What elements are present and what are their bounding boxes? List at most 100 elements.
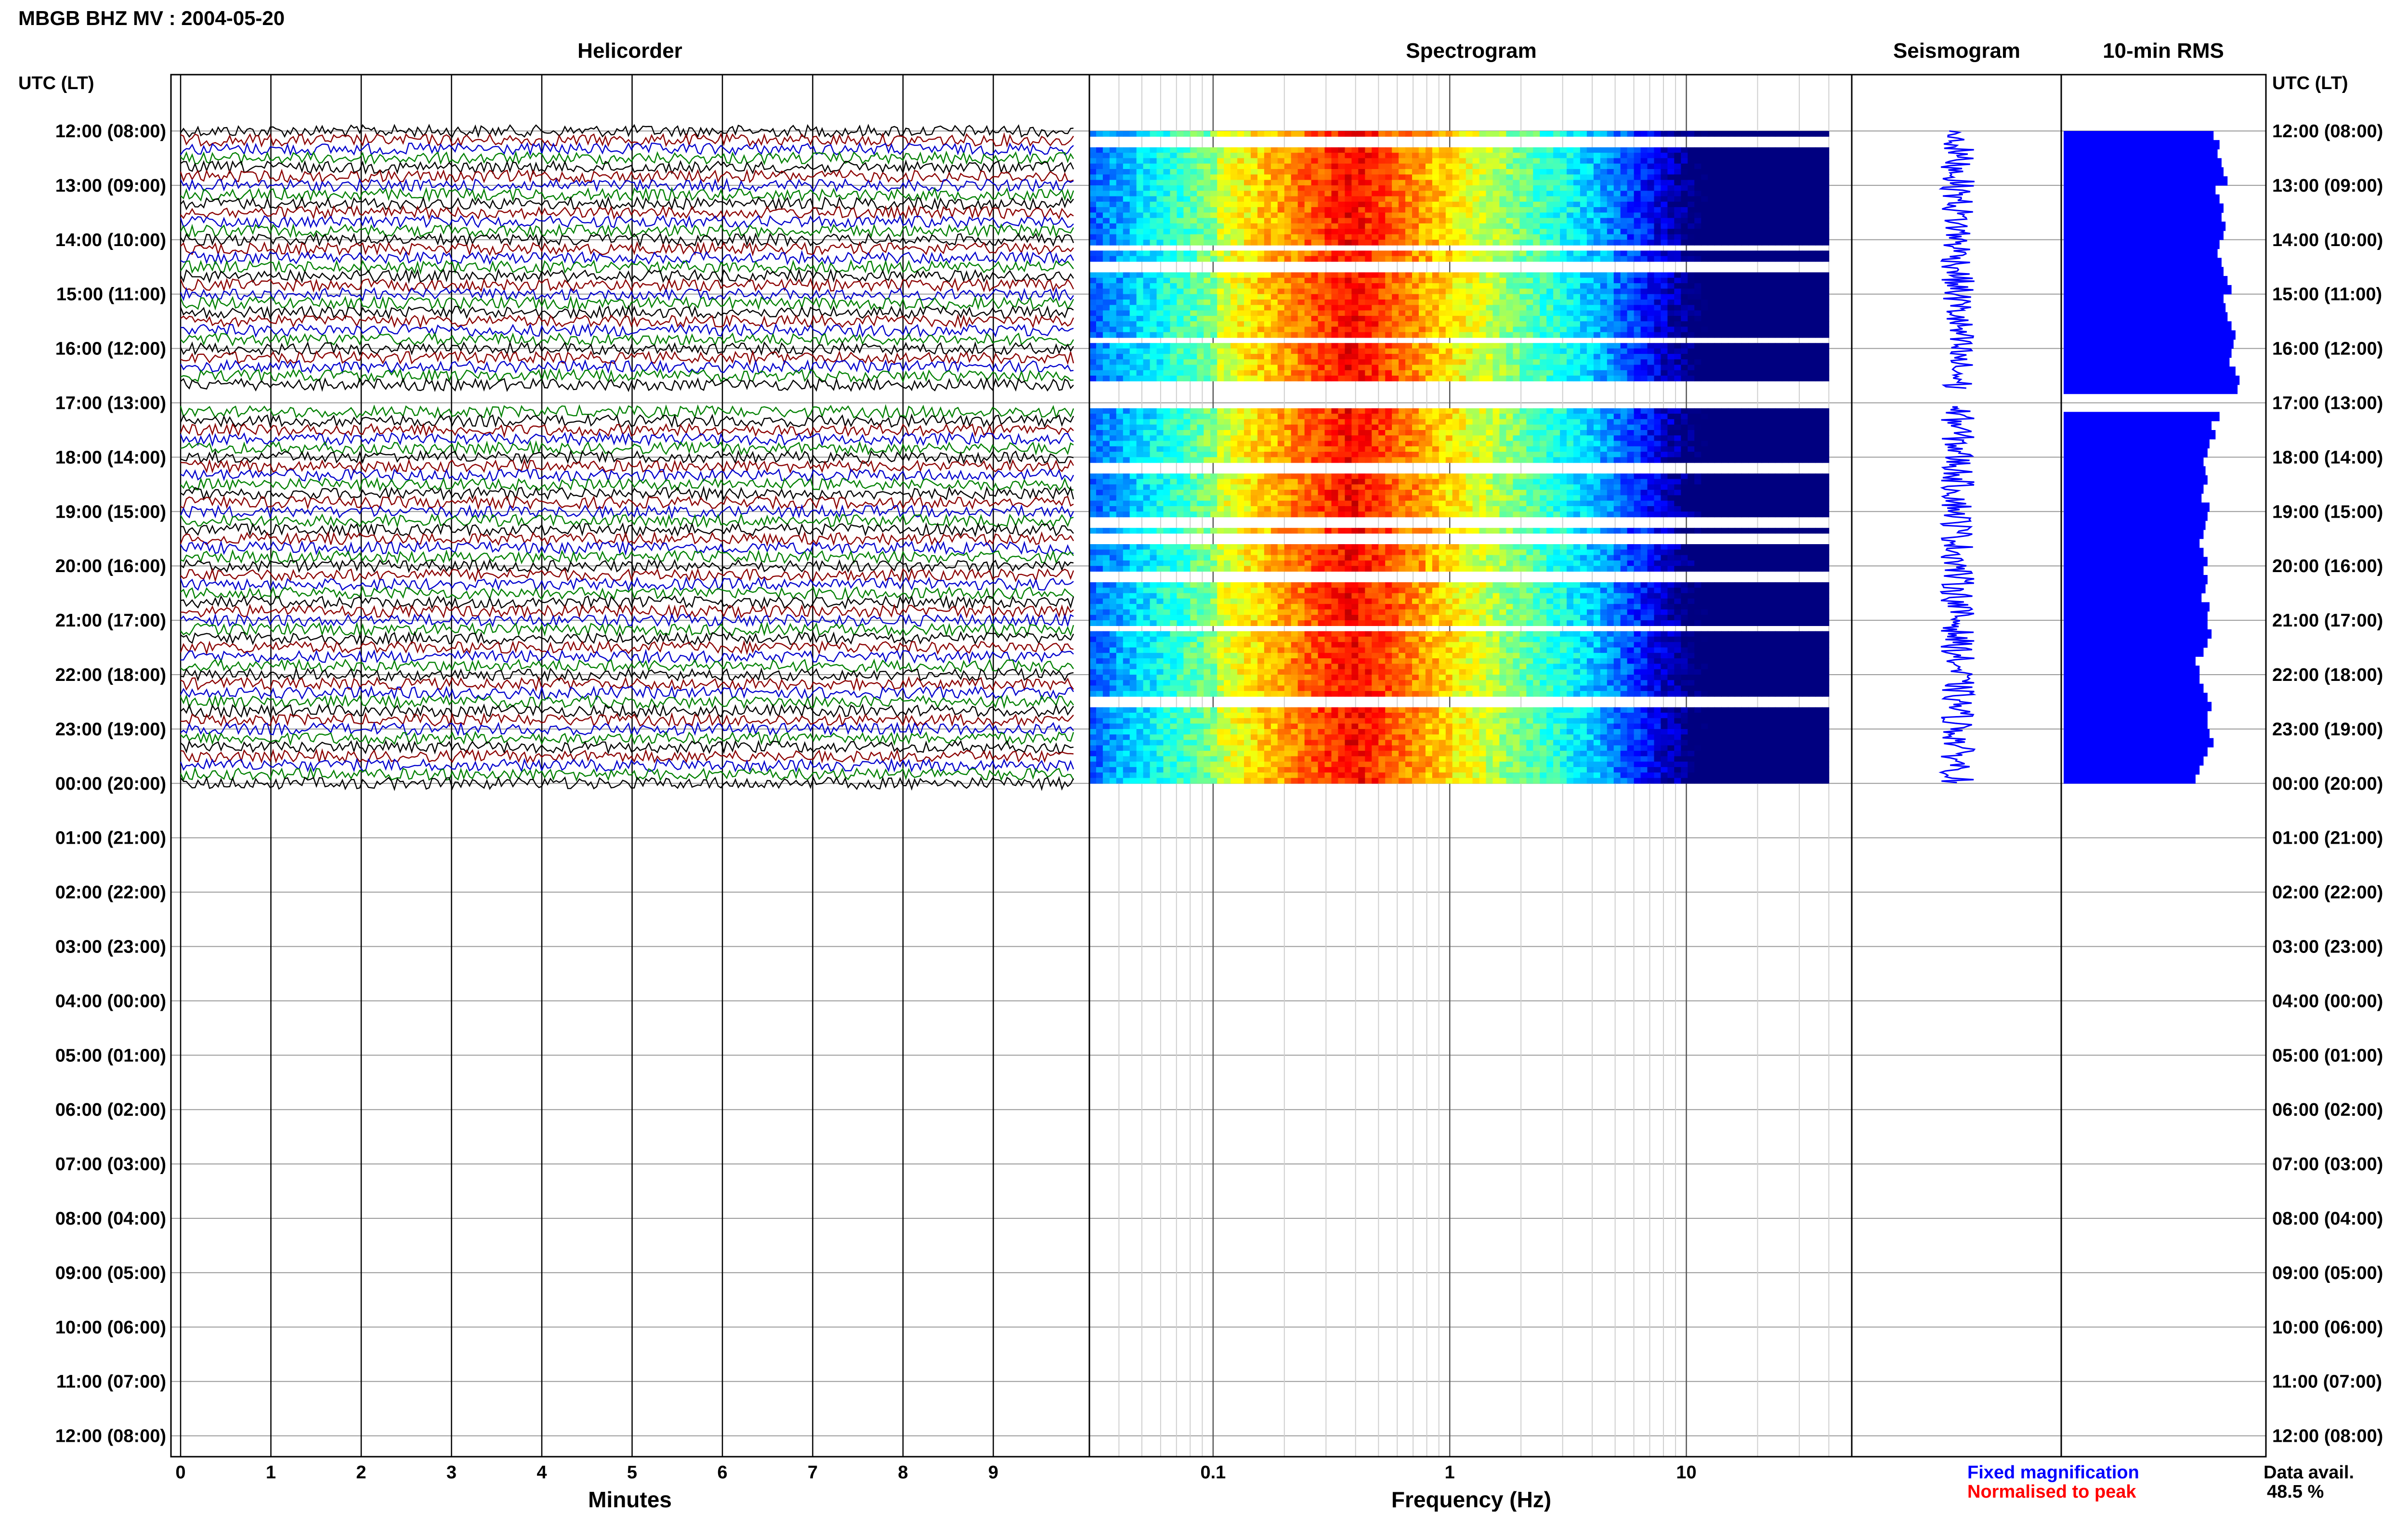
spectrogram-cell (1499, 332, 1506, 338)
spectrogram-cell (1526, 294, 1533, 300)
spectrogram-cell (1473, 202, 1480, 208)
spectrogram-cell (1110, 185, 1117, 191)
spectrogram-cell (1714, 305, 1722, 311)
spectrogram-cell (1473, 300, 1480, 305)
spectrogram-cell (1103, 185, 1110, 191)
spectrogram-cell (1137, 250, 1144, 256)
spectrogram-cell (1345, 212, 1352, 218)
spectrogram-cell (1311, 294, 1319, 300)
spectrogram-cell (1318, 256, 1325, 262)
spectrogram-cell (1782, 311, 1789, 316)
spectrogram-cell (1351, 305, 1359, 311)
spectrogram-cell (1648, 235, 1655, 240)
spectrogram-cell (1237, 131, 1244, 137)
spectrogram-cell (1264, 414, 1271, 419)
spectrogram-cell (1594, 316, 1601, 322)
spectrogram-cell (1264, 153, 1271, 158)
spectrogram-cell (1748, 191, 1755, 196)
spectrogram-cell (1224, 169, 1231, 175)
spectrogram-cell (1419, 316, 1426, 322)
spectrogram-cell (1237, 235, 1244, 240)
spectrogram-cell (1311, 370, 1319, 376)
spectrogram-cell (1412, 321, 1419, 327)
spectrogram-cell (1708, 202, 1715, 208)
helicorder-trace-line (181, 605, 1073, 617)
spectrogram-cell (1197, 288, 1204, 294)
spectrogram-cell (1714, 256, 1722, 262)
spectrogram-cell (1587, 229, 1594, 235)
spectrogram-cell (1587, 359, 1594, 365)
spectrogram-cell (1795, 131, 1803, 137)
spectrogram-cell (1177, 207, 1184, 213)
spectrogram-cell (1459, 408, 1466, 414)
spectrogram-cell (1506, 196, 1513, 202)
spectrogram-cell (1654, 131, 1662, 137)
spectrogram-cell (1748, 196, 1755, 202)
spectrogram-cell (1204, 207, 1211, 213)
spectrogram-cell (1143, 250, 1151, 256)
spectrogram-cell (1553, 174, 1560, 180)
spectrogram-cell (1614, 359, 1621, 365)
spectrogram-cell (1721, 147, 1728, 153)
spectrogram-cell (1681, 425, 1688, 431)
spectrogram-cell (1473, 147, 1480, 153)
spectrogram-cell (1405, 218, 1413, 224)
spectrogram-cell (1137, 354, 1144, 360)
spectrogram-cell (1506, 240, 1513, 246)
spectrogram-cell (1177, 414, 1184, 419)
spectrogram-cell (1137, 131, 1144, 137)
spectrogram-cell (1116, 349, 1124, 354)
spectrogram-cell (1533, 218, 1540, 224)
spectrogram-cell (1190, 273, 1197, 278)
spectrogram-cell (1137, 365, 1144, 371)
spectrogram-cell (1298, 311, 1305, 316)
spectrogram-cell (1513, 359, 1520, 365)
spectrogram-cell (1412, 316, 1419, 322)
spectrogram-cell (1264, 223, 1271, 229)
spectrogram-cell (1479, 311, 1487, 316)
spectrogram-cell (1506, 235, 1513, 240)
spectrogram-cell (1164, 305, 1171, 311)
spectrogram-cell (1607, 326, 1614, 332)
spectrogram-cell (1822, 147, 1829, 153)
spectrogram-cell (1237, 288, 1244, 294)
spectrogram-cell (1546, 153, 1554, 158)
spectrogram-cell (1204, 147, 1211, 153)
spectrogram-cell (1264, 332, 1271, 338)
spectrogram-cell (1479, 169, 1487, 175)
spectrogram-cell (1466, 207, 1473, 213)
spectrogram-cell (1573, 169, 1581, 175)
spectrogram-cell (1708, 326, 1715, 332)
spectrogram-cell (1351, 256, 1359, 262)
spectrogram-cell (1298, 288, 1305, 294)
spectrogram-cell (1164, 158, 1171, 164)
spectrogram-cell (1378, 153, 1386, 158)
spectrogram-cell (1190, 419, 1197, 425)
spectrogram-cell (1224, 250, 1231, 256)
spectrogram-cell (1210, 370, 1217, 376)
spectrogram-cell (1540, 321, 1547, 327)
spectrogram-cell (1237, 207, 1244, 213)
spectrogram-cell (1426, 283, 1433, 289)
spectrogram-cell (1251, 191, 1258, 196)
spectrogram-cell (1426, 294, 1433, 300)
spectrogram-cell (1298, 343, 1305, 349)
spectrogram-cell (1741, 196, 1749, 202)
spectrogram-cell (1305, 343, 1312, 349)
spectrogram-cell (1795, 278, 1803, 284)
spectrogram-cell (1089, 147, 1097, 153)
spectrogram-cell (1244, 326, 1251, 332)
spectrogram-cell (1816, 223, 1823, 229)
spectrogram-cell (1345, 202, 1352, 208)
spectrogram-cell (1694, 250, 1701, 256)
spectrogram-cell (1681, 147, 1688, 153)
spectrogram-cell (1661, 278, 1668, 284)
spectrogram-cell (1614, 185, 1621, 191)
spectrogram-cell (1708, 376, 1715, 381)
spectrogram-cell (1399, 305, 1406, 311)
spectrogram-cell (1708, 164, 1715, 170)
spectrogram-cell (1230, 235, 1238, 240)
spectrogram-cell (1164, 174, 1171, 180)
spectrogram-cell (1345, 311, 1352, 316)
spectrogram-cell (1573, 223, 1581, 229)
